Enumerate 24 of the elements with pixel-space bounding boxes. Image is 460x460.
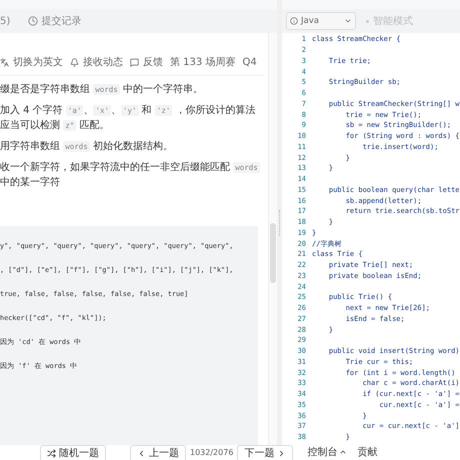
chevron-down-icon <box>344 17 352 25</box>
question-counter: 1032/2076 <box>190 448 234 457</box>
contest-label: Q4 <box>242 56 257 68</box>
translate-icon <box>0 58 9 66</box>
bell-icon <box>70 58 79 66</box>
language-select[interactable]: Java <box>286 12 356 30</box>
previous-button[interactable]: 上一题 <box>130 445 186 460</box>
contribute-link[interactable]: 贡献 <box>357 445 378 459</box>
toolbar-link[interactable]: 切换为英文 <box>0 55 63 69</box>
random-question-button[interactable]: 随机一题 <box>40 445 106 460</box>
contest-label: 第 133 场周赛 <box>170 56 236 69</box>
speech-bubble-icon <box>130 58 139 66</box>
toolbar-link[interactable]: 接收动态 <box>70 55 123 69</box>
toolbar-link[interactable]: 反馈 <box>130 55 163 69</box>
info-icon <box>290 17 298 25</box>
code-editor[interactable] <box>282 33 460 445</box>
panel-tab[interactable]: 提交记录 <box>28 14 82 28</box>
chevron-up-icon <box>339 448 348 456</box>
panel-tab[interactable]: 5) <box>0 16 10 26</box>
shuffle-icon <box>47 448 56 458</box>
chevron-left-icon <box>137 448 146 458</box>
clock-icon <box>28 16 38 26</box>
console-toggle[interactable]: 控制台 <box>307 445 348 459</box>
next-button[interactable]: 下一题 <box>237 445 294 460</box>
